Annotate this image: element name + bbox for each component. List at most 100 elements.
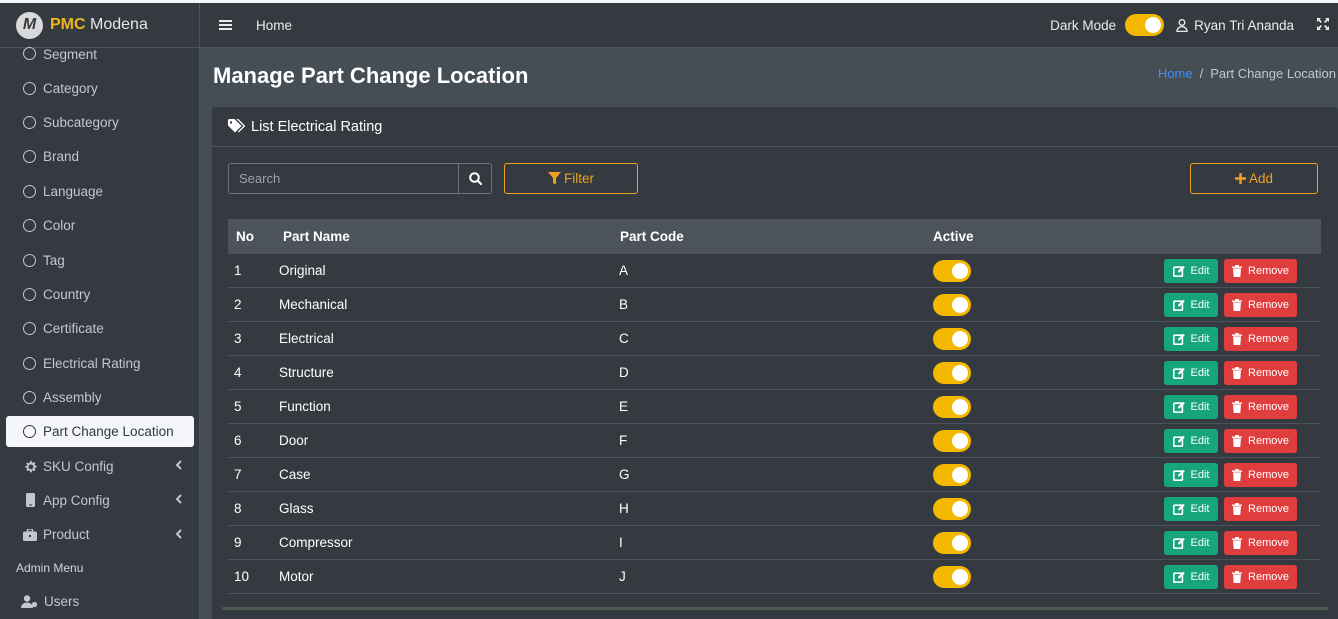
header-no[interactable]: No — [228, 229, 275, 244]
sidebar-item-users[interactable]: Users — [0, 584, 199, 618]
cell-active — [929, 395, 1149, 418]
card-title: List Electrical Rating — [251, 118, 383, 135]
cell-actions: Edit Remove — [1149, 530, 1321, 555]
sidebar-item-brand[interactable]: Brand — [0, 140, 199, 174]
header-part-name[interactable]: Part Name — [275, 229, 616, 244]
sidebar-item-country[interactable]: Country — [0, 277, 199, 311]
remove-button[interactable]: Remove — [1224, 530, 1297, 555]
edit-icon — [1172, 469, 1185, 481]
active-toggle[interactable] — [933, 259, 971, 282]
sidebar-item-certificate[interactable]: Certificate — [0, 312, 199, 346]
edit-button[interactable]: Edit — [1164, 462, 1218, 487]
edit-button-label: Edit — [1190, 434, 1210, 447]
dark-mode-toggle[interactable] — [1125, 14, 1165, 36]
active-toggle[interactable] — [933, 463, 971, 486]
sidebar-item-segment[interactable]: Segment — [0, 39, 199, 71]
active-toggle[interactable] — [933, 361, 971, 384]
breadcrumb-current: Part Change Location — [1210, 66, 1336, 81]
sidebar-group-app-config[interactable]: App Config — [0, 483, 199, 517]
cell-part-name: Electrical — [279, 331, 334, 346]
cell-no: 1 — [234, 263, 242, 278]
remove-button[interactable]: Remove — [1224, 462, 1297, 487]
cell-active — [929, 293, 1149, 316]
sidebar-group-label: Product — [43, 527, 90, 543]
hamburger-menu-icon[interactable] — [219, 19, 232, 31]
edit-button[interactable]: Edit — [1164, 564, 1218, 589]
active-toggle[interactable] — [933, 429, 971, 452]
trash-icon — [1232, 536, 1243, 549]
sidebar-item-assembly[interactable]: Assembly — [0, 381, 199, 415]
search-button[interactable] — [459, 164, 491, 193]
dark-mode-label: Dark Mode — [1050, 17, 1117, 33]
header-active[interactable]: Active — [929, 229, 1149, 244]
active-toggle[interactable] — [933, 293, 971, 316]
sidebar-item-part-change-location[interactable]: Part Change Location — [6, 415, 194, 447]
sidebar-item-label: Category — [43, 80, 98, 96]
edit-button[interactable]: Edit — [1164, 258, 1218, 283]
cell-no: 4 — [234, 365, 242, 380]
horizontal-scrollbar[interactable] — [222, 607, 1328, 610]
edit-button[interactable]: Edit — [1164, 394, 1218, 419]
search-input[interactable] — [229, 164, 459, 193]
cell-actions: Edit Remove — [1149, 394, 1321, 419]
remove-button[interactable]: Remove — [1224, 496, 1297, 521]
header-part-code[interactable]: Part Code — [616, 229, 929, 244]
active-toggle[interactable] — [933, 395, 971, 418]
trash-icon — [1232, 468, 1243, 481]
remove-button[interactable]: Remove — [1224, 428, 1297, 453]
sidebar-nav: Segment Category Subcategory Brand Langu… — [0, 39, 199, 618]
table-row: 9 Compressor I Edit Remove — [228, 526, 1321, 560]
circle-icon — [23, 356, 36, 370]
admin-menu-header: Admin Menu — [16, 561, 84, 576]
active-toggle[interactable] — [933, 531, 971, 554]
sidebar-item-tag[interactable]: Tag — [0, 243, 199, 277]
filter-button-label: Filter — [564, 171, 594, 186]
plus-icon — [1234, 173, 1246, 184]
edit-button[interactable]: Edit — [1164, 428, 1218, 453]
sidebar-item-language[interactable]: Language — [0, 174, 199, 208]
active-toggle[interactable] — [933, 565, 971, 588]
brand-name-light: Modena — [90, 16, 148, 33]
sidebar-group-product[interactable]: Product — [0, 518, 199, 552]
tags-icon — [228, 119, 246, 133]
remove-button[interactable]: Remove — [1224, 326, 1297, 351]
trash-icon — [1232, 570, 1243, 583]
cell-active — [929, 429, 1149, 452]
sidebar-group-sku-config[interactable]: SKU Config — [0, 449, 199, 483]
cell-part-code: F — [619, 433, 628, 448]
table-row: 7 Case G Edit Remove — [228, 458, 1321, 492]
filter-button[interactable]: Filter — [504, 163, 638, 194]
breadcrumb-home-link[interactable]: Home — [1158, 66, 1193, 81]
circle-icon — [23, 391, 36, 405]
edit-button[interactable]: Edit — [1164, 326, 1218, 351]
sidebar-item-subcategory[interactable]: Subcategory — [0, 105, 199, 139]
remove-button[interactable]: Remove — [1224, 360, 1297, 385]
remove-button[interactable]: Remove — [1224, 394, 1297, 419]
remove-button[interactable]: Remove — [1224, 258, 1297, 283]
edit-icon — [1172, 333, 1185, 345]
gear-icon — [23, 460, 37, 473]
edit-button[interactable]: Edit — [1164, 496, 1218, 521]
user-icon — [1176, 18, 1188, 32]
edit-button[interactable]: Edit — [1164, 530, 1218, 555]
topbar-home-link[interactable]: Home — [256, 18, 292, 33]
edit-button[interactable]: Edit — [1164, 292, 1218, 317]
cell-part-code: C — [619, 331, 629, 346]
table-row: 6 Door F Edit Remove — [228, 424, 1321, 458]
active-toggle[interactable] — [933, 497, 971, 520]
sidebar-item-electrical-rating[interactable]: Electrical Rating — [0, 346, 199, 380]
sidebar-item-category[interactable]: Category — [0, 71, 199, 105]
remove-button[interactable]: Remove — [1224, 564, 1297, 589]
users-icon — [20, 595, 38, 608]
cell-actions: Edit Remove — [1149, 292, 1321, 317]
table-header: No Part Name Part Code Active — [228, 219, 1321, 254]
trash-icon — [1232, 332, 1243, 345]
sidebar-item-color[interactable]: Color — [0, 209, 199, 243]
sidebar-group-label: SKU Config — [43, 458, 114, 474]
active-toggle[interactable] — [933, 327, 971, 350]
user-menu[interactable]: Ryan Tri Ananda — [1176, 18, 1294, 33]
fullscreen-icon[interactable] — [1316, 17, 1330, 34]
add-button[interactable]: Add — [1190, 163, 1318, 194]
edit-button[interactable]: Edit — [1164, 360, 1218, 385]
remove-button[interactable]: Remove — [1224, 292, 1297, 317]
